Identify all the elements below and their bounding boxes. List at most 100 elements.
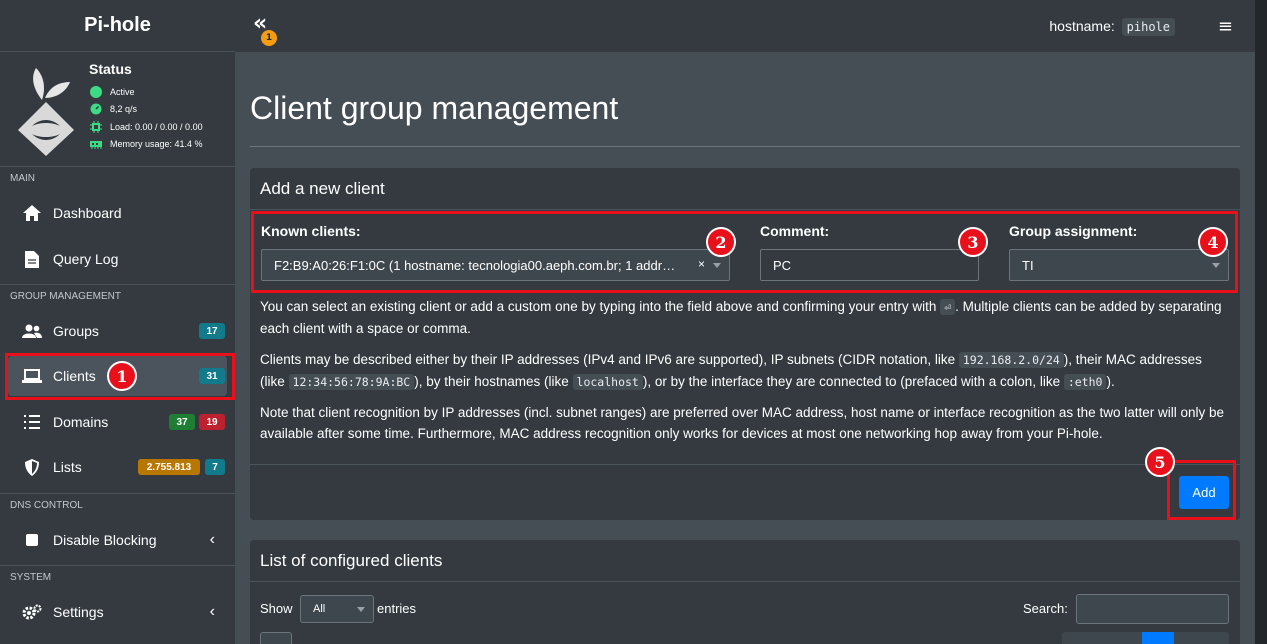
pihole-logo xyxy=(18,68,74,156)
list-icon xyxy=(22,413,42,431)
entries-label: entries xyxy=(377,601,417,616)
status-active-text: Active xyxy=(110,87,135,97)
help-text-2: Clients may be described either by their… xyxy=(260,349,1230,393)
status-load-text: Load: 0.00 / 0.00 / 0.00 xyxy=(110,122,203,132)
stop-icon xyxy=(22,531,42,549)
status-active: Active xyxy=(90,86,135,98)
clear-icon[interactable]: × xyxy=(698,257,705,271)
status-title: Status xyxy=(89,61,132,77)
card-header-divider xyxy=(250,581,1240,582)
chevron-down-icon xyxy=(1212,263,1220,268)
interface-example-code: :eth0 xyxy=(1063,374,1107,390)
top-navbar: « 1 hostname: pihole ≡ xyxy=(235,0,1255,52)
nav-query-log[interactable]: Query Log xyxy=(8,239,227,279)
help-text-1: You can select an existing client or add… xyxy=(260,296,1230,339)
entries-select[interactable]: All xyxy=(300,595,374,623)
marker-5: 5 xyxy=(1145,447,1175,477)
memory-icon xyxy=(90,141,102,149)
domains-deny-badge: 19 xyxy=(199,414,225,430)
nav-dashboard[interactable]: Dashboard xyxy=(8,193,227,233)
marker-2: 2 xyxy=(706,227,736,257)
comment-value: PC xyxy=(773,257,792,273)
known-clients-value: F2:B9:A0:26:F1:0C (1 hostname: tecnologi… xyxy=(274,257,676,273)
nav-domains-label: Domains xyxy=(53,414,109,430)
add-button[interactable]: Add xyxy=(1179,476,1229,509)
lists-count-badge: 7 xyxy=(205,459,225,475)
select-all-checkbox[interactable] xyxy=(260,632,292,644)
help-text-2e: ). xyxy=(1106,374,1115,389)
status-rate: 8,2 q/s xyxy=(90,103,137,115)
hostname-example-code: localhost xyxy=(572,374,643,390)
nav-domains[interactable]: Domains 37 19 xyxy=(8,402,227,442)
gauge-icon xyxy=(90,103,102,115)
shield-icon xyxy=(22,458,42,476)
nav-settings[interactable]: Settings ‹ xyxy=(8,592,227,632)
nav-lists-label: Lists xyxy=(53,459,82,475)
nav-groups-label: Groups xyxy=(53,323,99,339)
configured-clients-title: List of configured clients xyxy=(260,551,443,570)
status-rate-text: 8,2 q/s xyxy=(110,104,138,114)
marker-4: 4 xyxy=(1198,227,1228,257)
configured-clients-card: List of configured clients Show All entr… xyxy=(250,540,1240,644)
group-assignment-value: TI xyxy=(1022,257,1034,273)
help-text-1a: You can select an existing client or add… xyxy=(260,299,941,314)
pagination-current[interactable] xyxy=(1142,632,1174,644)
title-divider xyxy=(250,146,1240,147)
users-icon xyxy=(22,322,42,340)
help-text-2a: Clients may be described either by their… xyxy=(260,352,959,367)
page-scrollbar[interactable] xyxy=(1255,0,1267,644)
chevron-left-icon: ‹ xyxy=(209,603,215,620)
section-main: MAIN xyxy=(0,166,235,188)
chevron-down-icon xyxy=(713,263,721,268)
marker-3: 3 xyxy=(958,227,988,257)
hostname-label: hostname: xyxy=(1049,18,1115,34)
help-text-2d: ), or by the interface they are connecte… xyxy=(642,374,1064,389)
help-text-2c: ), by their hostnames (like xyxy=(414,374,573,389)
clients-count-badge: 31 xyxy=(199,368,225,384)
file-icon xyxy=(22,250,42,268)
enter-key-code: ⏎ xyxy=(940,299,956,315)
group-assignment-select[interactable]: TI xyxy=(1009,249,1229,281)
lists-domains-badge: 2.755.813 xyxy=(138,459,200,475)
group-assignment-label: Group assignment: xyxy=(1009,223,1138,239)
main-content: Client group management Add a new client… xyxy=(235,52,1255,644)
card-footer-divider xyxy=(250,464,1240,465)
brand-logo-text[interactable]: Pi-hole xyxy=(0,0,235,52)
nav-clients-label: Clients xyxy=(53,368,96,384)
nav-lists[interactable]: Lists 2.755.813 7 xyxy=(8,447,227,487)
chevron-left-icon: ‹ xyxy=(209,531,215,548)
hostname-display: hostname: pihole xyxy=(1049,18,1175,36)
comment-input[interactable]: PC xyxy=(760,249,979,281)
status-load: Load: 0.00 / 0.00 / 0.00 xyxy=(90,121,203,133)
menu-icon[interactable]: ≡ xyxy=(1218,16,1233,37)
page-title: Client group management xyxy=(250,90,619,126)
chevron-down-icon xyxy=(357,607,365,612)
show-label: Show xyxy=(260,601,293,616)
active-dot-icon xyxy=(90,86,102,98)
help-text-3: Note that client recognition by IP addre… xyxy=(260,405,1224,441)
known-clients-select[interactable]: F2:B9:A0:26:F1:0C (1 hostname: tecnologi… xyxy=(261,249,730,281)
pagination xyxy=(1062,632,1229,644)
laptop-icon xyxy=(22,367,42,385)
cpu-icon xyxy=(90,121,102,133)
nav-groups[interactable]: Groups 17 xyxy=(8,311,227,351)
mac-example-code: 12:34:56:78:9A:BC xyxy=(288,374,415,390)
nav-disable-blocking[interactable]: Disable Blocking ‹ xyxy=(8,520,227,560)
status-memory-text: Memory usage: 41.4 % xyxy=(110,139,203,149)
cidr-example-code: 192.168.2.0/24 xyxy=(958,352,1064,368)
sidebar: Pi-hole Status Active 8,2 q/s Load: 0.00… xyxy=(0,0,235,644)
notification-badge[interactable]: 1 xyxy=(261,30,277,46)
hostname-value: pihole xyxy=(1121,18,1175,36)
card-header-divider xyxy=(250,209,1240,210)
known-clients-label: Known clients: xyxy=(261,223,361,239)
home-icon xyxy=(22,204,42,222)
groups-count-badge: 17 xyxy=(199,323,225,339)
entries-select-value: All xyxy=(313,603,326,615)
nav-settings-label: Settings xyxy=(53,604,104,620)
search-input[interactable] xyxy=(1076,594,1229,624)
add-client-card: Add a new client Known clients: F2:B9:A0… xyxy=(250,168,1240,520)
section-dns-control: DNS CONTROL xyxy=(0,493,235,515)
domains-allow-badge: 37 xyxy=(169,414,195,430)
marker-1: 1 xyxy=(107,361,137,391)
search-label: Search: xyxy=(1023,601,1068,616)
